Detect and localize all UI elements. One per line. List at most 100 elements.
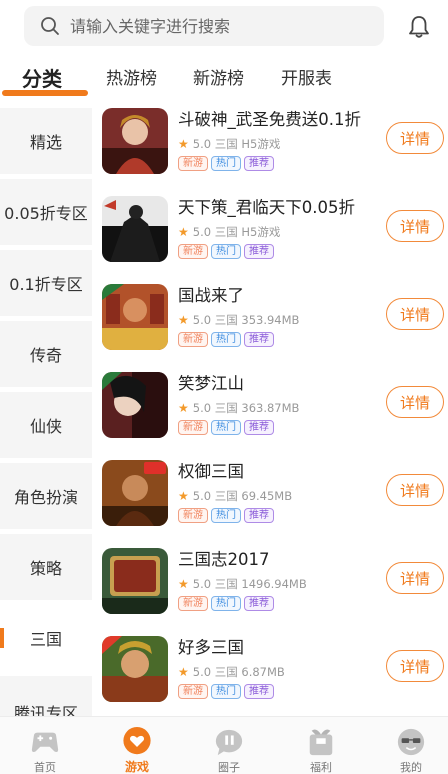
game-meta: ★ 5.0 三国 H5游戏	[178, 136, 280, 152]
game-tags: 新游 热门 推荐	[178, 684, 274, 699]
detail-button[interactable]: 详情	[386, 474, 444, 506]
nav-label: 我的	[400, 761, 422, 774]
nav-mine[interactable]: 我的	[366, 717, 448, 774]
game-category: 三国	[214, 137, 238, 151]
detail-button[interactable]: 详情	[386, 122, 444, 154]
game-name: 国战来了	[178, 286, 244, 305]
nav-home[interactable]: 首页	[0, 717, 90, 774]
detail-button[interactable]: 详情	[386, 386, 444, 418]
game-heart-icon	[123, 727, 151, 755]
sidebar-item-three-kingdoms[interactable]: 三国	[0, 605, 92, 671]
game-thumbnail[interactable]	[102, 196, 168, 262]
detail-button[interactable]: 详情	[386, 210, 444, 242]
tag-recommended: 推荐	[244, 156, 274, 171]
gamepad-icon	[31, 732, 59, 752]
sidebar-item-xianxia[interactable]: 仙侠	[0, 392, 92, 458]
game-item[interactable]: 好多三国 ★ 5.0 三国 6.87MB 新游 热门 推荐 详情	[92, 626, 448, 714]
sidebar-item-rpg[interactable]: 角色扮演	[0, 463, 92, 529]
sidebar-item-tencent[interactable]: 腾讯专区	[0, 676, 92, 716]
tag-new: 新游	[178, 156, 208, 171]
tag-hot: 热门	[211, 244, 241, 259]
game-rating: 5.0	[192, 665, 212, 679]
nav-circle[interactable]: 圈子	[184, 717, 274, 774]
star-icon: ★	[178, 577, 189, 591]
game-thumbnail[interactable]	[102, 372, 168, 438]
detail-button[interactable]: 详情	[386, 298, 444, 330]
game-thumbnail[interactable]	[102, 108, 168, 174]
game-meta: ★ 5.0 三国 69.45MB	[178, 488, 292, 504]
game-rating: 5.0	[192, 401, 212, 415]
game-category: 三国	[214, 401, 238, 415]
game-meta: ★ 5.0 三国 1496.94MB	[178, 576, 307, 592]
game-thumbnail[interactable]	[102, 284, 168, 350]
game-tags: 新游 热门 推荐	[178, 332, 274, 347]
active-tab-indicator	[2, 90, 88, 96]
nav-welfare[interactable]: 福利	[276, 717, 366, 774]
search-input[interactable]	[70, 16, 350, 36]
tag-new: 新游	[178, 420, 208, 435]
tag-hot: 热门	[211, 420, 241, 435]
game-rating: 5.0	[192, 313, 212, 327]
tab-new-games[interactable]: 新游榜	[193, 62, 244, 96]
tag-new: 新游	[178, 244, 208, 259]
tag-recommended: 推荐	[244, 244, 274, 259]
game-info: 69.45MB	[241, 489, 293, 503]
active-category-marker	[0, 628, 4, 648]
game-tags: 新游 热门 推荐	[178, 156, 274, 171]
nav-games[interactable]: 游戏	[92, 717, 182, 774]
bottom-nav: 首页 游戏 圈子 福利 我的	[0, 716, 448, 774]
game-name: 斗破神_武圣免费送0.1折	[178, 110, 361, 129]
sidebar-item-005-discount[interactable]: 0.05折专区	[0, 179, 92, 245]
game-rating: 5.0	[192, 225, 212, 239]
nav-label: 福利	[310, 761, 332, 774]
sidebar-item-label: 0.05折专区	[4, 204, 88, 223]
game-info: 363.87MB	[241, 401, 300, 415]
game-list: 斗破神_武圣免费送0.1折 ★ 5.0 三国 H5游戏 新游 热门 推荐 详情 …	[92, 96, 448, 716]
detail-button[interactable]: 详情	[386, 650, 444, 682]
game-rating: 5.0	[192, 137, 212, 151]
gift-icon	[309, 729, 333, 756]
tag-hot: 热门	[211, 596, 241, 611]
sidebar-item-featured[interactable]: 精选	[0, 108, 92, 174]
sidebar-item-label: 传奇	[29, 346, 62, 365]
game-thumbnail[interactable]	[102, 460, 168, 526]
game-name: 三国志2017	[178, 550, 270, 569]
game-tags: 新游 热门 推荐	[178, 244, 274, 259]
star-icon: ★	[178, 137, 189, 151]
sidebar-item-label: 0.1折专区	[9, 275, 83, 294]
search-bar[interactable]	[24, 6, 384, 46]
sidebar-item-legend[interactable]: 传奇	[0, 321, 92, 387]
tab-hot-games[interactable]: 热游榜	[106, 62, 157, 96]
game-thumbnail[interactable]	[102, 548, 168, 614]
game-item[interactable]: 权御三国 ★ 5.0 三国 69.45MB 新游 热门 推荐 详情	[92, 450, 448, 538]
game-thumbnail[interactable]	[102, 636, 168, 702]
nav-label: 圈子	[218, 761, 240, 774]
game-item[interactable]: 国战来了 ★ 5.0 三国 353.94MB 新游 热门 推荐 详情	[92, 274, 448, 362]
star-icon: ★	[178, 401, 189, 415]
tag-recommended: 推荐	[244, 596, 274, 611]
star-icon: ★	[178, 313, 189, 327]
game-item[interactable]: 三国志2017 ★ 5.0 三国 1496.94MB 新游 热门 推荐 详情	[92, 538, 448, 626]
tag-new: 新游	[178, 508, 208, 523]
sidebar-item-01-discount[interactable]: 0.1折专区	[0, 250, 92, 316]
category-sidebar: 精选 0.05折专区 0.1折专区 传奇 仙侠 角色扮演 策略 三国 腾讯专区	[0, 106, 92, 716]
game-rating: 5.0	[192, 577, 212, 591]
sidebar-item-strategy[interactable]: 策略	[0, 534, 92, 600]
game-item[interactable]: 天下策_君临天下0.05折 ★ 5.0 三国 H5游戏 新游 热门 推荐 详情	[92, 186, 448, 274]
star-icon: ★	[178, 225, 189, 239]
bell-icon[interactable]	[406, 14, 432, 40]
game-rating: 5.0	[192, 489, 212, 503]
game-name: 权御三国	[178, 462, 244, 481]
chat-bubble-icon	[215, 729, 243, 756]
detail-button[interactable]: 详情	[386, 562, 444, 594]
tab-server-list[interactable]: 开服表	[281, 62, 332, 96]
tag-recommended: 推荐	[244, 420, 274, 435]
game-tags: 新游 热门 推荐	[178, 420, 274, 435]
tag-hot: 热门	[211, 508, 241, 523]
game-category: 三国	[214, 313, 238, 327]
game-item[interactable]: 斗破神_武圣免费送0.1折 ★ 5.0 三国 H5游戏 新游 热门 推荐 详情	[92, 98, 448, 186]
tag-hot: 热门	[211, 684, 241, 699]
game-tags: 新游 热门 推荐	[178, 596, 274, 611]
tag-new: 新游	[178, 332, 208, 347]
game-item[interactable]: 笑梦江山 ★ 5.0 三国 363.87MB 新游 热门 推荐 详情	[92, 362, 448, 450]
